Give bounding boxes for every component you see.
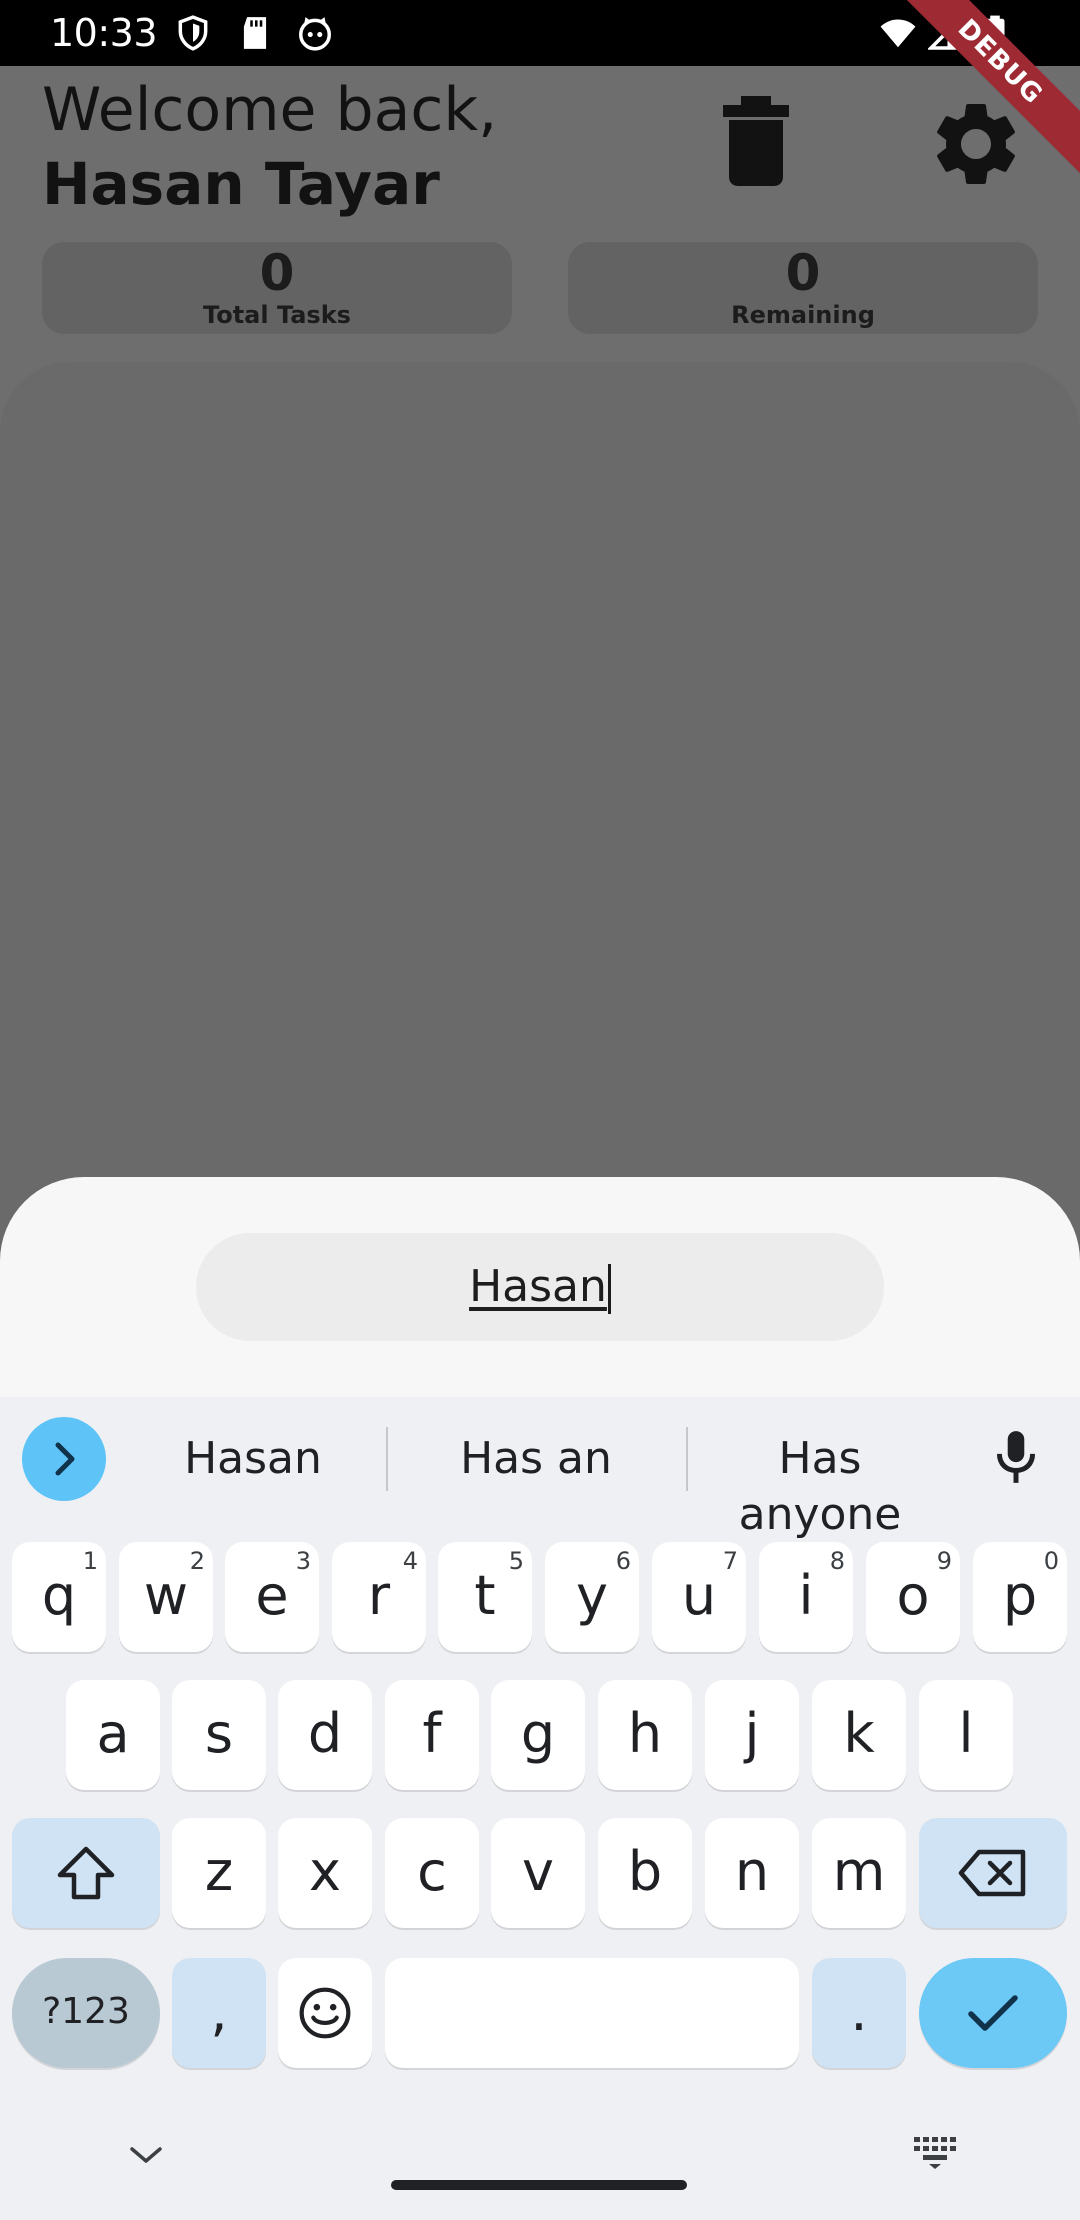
enter-key[interactable] xyxy=(919,1958,1067,2068)
key-f[interactable]: f xyxy=(385,1680,479,1790)
stat-card-remaining: 0 Remaining xyxy=(568,242,1038,334)
suggestion-3[interactable]: Has anyone xyxy=(696,1431,944,1543)
key-o[interactable]: o9 xyxy=(866,1542,960,1652)
key-s[interactable]: s xyxy=(172,1680,266,1790)
key-d[interactable]: d xyxy=(278,1680,372,1790)
symbols-key[interactable]: ?123 xyxy=(12,1958,160,2068)
key-z[interactable]: z xyxy=(172,1818,266,1928)
key-i[interactable]: i8 xyxy=(759,1542,853,1652)
welcome-text: Welcome back, xyxy=(42,75,498,145)
key-n[interactable]: n xyxy=(705,1818,799,1928)
key-u[interactable]: u7 xyxy=(652,1542,746,1652)
key-hint: 2 xyxy=(189,1547,205,1575)
name-input[interactable]: Hasan xyxy=(196,1233,884,1341)
key-hint: 7 xyxy=(722,1547,738,1575)
key-hint: 4 xyxy=(402,1547,418,1575)
key-b[interactable]: b xyxy=(598,1818,692,1928)
key-v[interactable]: v xyxy=(491,1818,585,1928)
hide-keyboard-icon[interactable] xyxy=(126,2143,166,2167)
key-label: r xyxy=(367,1564,391,1627)
key-label: y xyxy=(576,1564,608,1627)
key-label: p xyxy=(1002,1564,1038,1627)
total-tasks-label: Total Tasks xyxy=(203,301,351,329)
key-l[interactable]: l xyxy=(919,1680,1013,1790)
backspace-key[interactable] xyxy=(919,1818,1067,1928)
key-a[interactable]: a xyxy=(66,1680,160,1790)
key-label: t xyxy=(474,1564,496,1627)
home-gesture-bar[interactable] xyxy=(391,2180,687,2190)
key-c[interactable]: c xyxy=(385,1818,479,1928)
shift-icon xyxy=(57,1846,115,1900)
check-icon xyxy=(968,1995,1018,2031)
expand-toolbar-button[interactable] xyxy=(22,1417,106,1501)
key-r[interactable]: r4 xyxy=(332,1542,426,1652)
suggestion-divider xyxy=(686,1427,688,1491)
key-hint: 6 xyxy=(615,1547,631,1575)
key-j[interactable]: j xyxy=(705,1680,799,1790)
suggestion-2[interactable]: Has an xyxy=(400,1431,672,1487)
chevron-right-icon xyxy=(55,1442,75,1476)
key-label: q xyxy=(41,1564,77,1627)
key-hint: 9 xyxy=(936,1547,952,1575)
shift-key[interactable] xyxy=(12,1818,160,1928)
key-label: i xyxy=(798,1564,814,1627)
remaining-value: 0 xyxy=(785,244,821,302)
suggestion-1[interactable]: Hasan xyxy=(130,1431,376,1487)
space-key[interactable] xyxy=(385,1958,799,2068)
status-time: 10:33 xyxy=(50,11,158,55)
key-label: w xyxy=(143,1564,189,1627)
suggestion-divider xyxy=(386,1427,388,1491)
bottom-sheet: Hasan xyxy=(0,1177,1080,1397)
key-hint: 5 xyxy=(508,1547,524,1575)
trash-icon[interactable] xyxy=(720,96,792,186)
user-name: Hasan Tayar xyxy=(42,150,440,218)
key-q[interactable]: q1 xyxy=(12,1542,106,1652)
key-m[interactable]: m xyxy=(812,1818,906,1928)
key-k[interactable]: k xyxy=(812,1680,906,1790)
key-w[interactable]: w2 xyxy=(119,1542,213,1652)
shield-icon xyxy=(178,15,208,51)
key-label: o xyxy=(896,1564,930,1627)
keyboard-switch-icon[interactable] xyxy=(912,2135,958,2171)
key-y[interactable]: y6 xyxy=(545,1542,639,1652)
keyboard: Hasan Has an Has anyone q1 w2 e3 r4 t5 y… xyxy=(0,1397,1080,2220)
backspace-icon xyxy=(958,1849,1026,1897)
key-e[interactable]: e3 xyxy=(225,1542,319,1652)
sd-card-icon xyxy=(243,17,267,49)
cat-face-icon xyxy=(299,17,331,51)
key-hint: 0 xyxy=(1043,1547,1059,1575)
emoji-key[interactable] xyxy=(278,1958,372,2068)
key-p[interactable]: p0 xyxy=(973,1542,1067,1652)
remaining-label: Remaining xyxy=(731,301,875,329)
key-hint: 8 xyxy=(829,1547,845,1575)
key-h[interactable]: h xyxy=(598,1680,692,1790)
wifi-icon xyxy=(880,19,916,48)
text-cursor xyxy=(607,1264,611,1314)
name-input-value: Hasan xyxy=(469,1261,607,1312)
status-bar: 10:33 DEBUG xyxy=(0,0,1080,184)
key-t[interactable]: t5 xyxy=(438,1542,532,1652)
stat-card-total: 0 Total Tasks xyxy=(42,242,512,334)
comma-key[interactable]: , xyxy=(172,1958,266,2068)
key-x[interactable]: x xyxy=(278,1818,372,1928)
gear-icon[interactable] xyxy=(926,94,1026,194)
key-label: e xyxy=(255,1564,289,1627)
period-key[interactable]: . xyxy=(812,1958,906,2068)
key-g[interactable]: g xyxy=(491,1680,585,1790)
emoji-icon xyxy=(299,1987,351,2039)
mic-icon[interactable] xyxy=(990,1429,1042,1487)
key-label: u xyxy=(681,1564,717,1627)
key-hint: 1 xyxy=(82,1547,98,1575)
total-tasks-value: 0 xyxy=(259,244,295,302)
key-hint: 3 xyxy=(295,1547,311,1575)
suggestion-strip: Hasan Has an Has anyone xyxy=(0,1397,1080,1540)
